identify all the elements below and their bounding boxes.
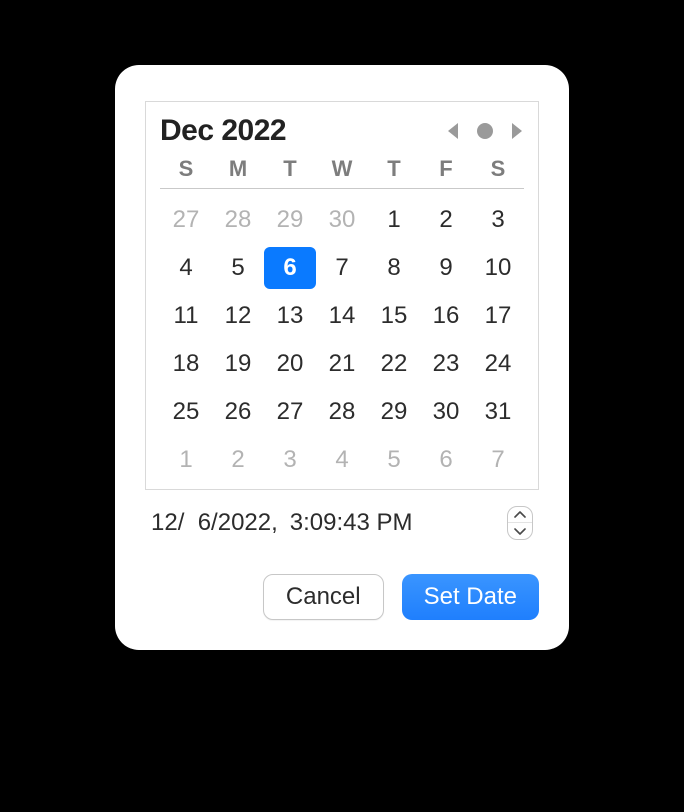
- calendar-panel: Dec 2022 S M T W T F S 2728293012345: [145, 101, 539, 490]
- today-button[interactable]: [476, 122, 494, 140]
- calendar-day[interactable]: 5: [368, 439, 420, 481]
- calendar-day[interactable]: 8: [368, 247, 420, 289]
- calendar-day[interactable]: 28: [316, 391, 368, 433]
- weekday-header: F: [420, 156, 472, 182]
- calendar-day[interactable]: 14: [316, 295, 368, 337]
- chevron-up-icon: [514, 511, 526, 519]
- calendar-day[interactable]: 13: [264, 295, 316, 337]
- calendar-day[interactable]: 29: [264, 199, 316, 241]
- calendar-grid: 2728293012345678910111213141516171819202…: [160, 189, 524, 481]
- button-row: Cancel Set Date: [145, 574, 539, 620]
- calendar-day[interactable]: 28: [212, 199, 264, 241]
- calendar-day[interactable]: 30: [420, 391, 472, 433]
- next-month-button[interactable]: [508, 121, 524, 141]
- calendar-day[interactable]: 27: [264, 391, 316, 433]
- calendar-day[interactable]: 3: [264, 439, 316, 481]
- date-field[interactable]: 12/ 6/2022,: [151, 509, 278, 537]
- calendar-day[interactable]: 20: [264, 343, 316, 385]
- time-stepper: [507, 506, 533, 540]
- stepper-up-button[interactable]: [508, 507, 532, 523]
- calendar-day[interactable]: 7: [316, 247, 368, 289]
- calendar-day[interactable]: 10: [472, 247, 524, 289]
- calendar-day[interactable]: 2: [420, 199, 472, 241]
- cancel-button[interactable]: Cancel: [263, 574, 384, 620]
- calendar-day[interactable]: 9: [420, 247, 472, 289]
- calendar-day[interactable]: 5: [212, 247, 264, 289]
- calendar-day[interactable]: 12: [212, 295, 264, 337]
- calendar-day[interactable]: 18: [160, 343, 212, 385]
- calendar-day[interactable]: 27: [160, 199, 212, 241]
- calendar-day[interactable]: 19: [212, 343, 264, 385]
- calendar-day[interactable]: 29: [368, 391, 420, 433]
- weekday-header: M: [212, 156, 264, 182]
- stepper-down-button[interactable]: [508, 523, 532, 539]
- weekday-header: S: [160, 156, 212, 182]
- calendar-day[interactable]: 4: [160, 247, 212, 289]
- calendar-day[interactable]: 7: [472, 439, 524, 481]
- circle-icon: [476, 122, 494, 140]
- calendar-day[interactable]: 4: [316, 439, 368, 481]
- calendar-day[interactable]: 17: [472, 295, 524, 337]
- calendar-day[interactable]: 11: [160, 295, 212, 337]
- calendar-day[interactable]: 2: [212, 439, 264, 481]
- calendar-day[interactable]: 23: [420, 343, 472, 385]
- calendar-day[interactable]: 25: [160, 391, 212, 433]
- calendar-day[interactable]: 15: [368, 295, 420, 337]
- weekday-header: T: [264, 156, 316, 182]
- set-date-button[interactable]: Set Date: [402, 574, 539, 620]
- month-nav-group: [446, 121, 524, 141]
- prev-month-button[interactable]: [446, 121, 462, 141]
- calendar-header: Dec 2022: [160, 114, 524, 148]
- calendar-day[interactable]: 31: [472, 391, 524, 433]
- weekday-header: S: [472, 156, 524, 182]
- calendar-day[interactable]: 6: [264, 247, 316, 289]
- chevron-down-icon: [514, 527, 526, 535]
- triangle-left-icon: [446, 121, 462, 141]
- date-picker-modal: Dec 2022 S M T W T F S 2728293012345: [115, 65, 569, 650]
- calendar-day[interactable]: 21: [316, 343, 368, 385]
- calendar-day[interactable]: 24: [472, 343, 524, 385]
- calendar-day[interactable]: 1: [160, 439, 212, 481]
- time-field[interactable]: 3:09:43 PM: [290, 509, 413, 537]
- calendar-day[interactable]: 3: [472, 199, 524, 241]
- calendar-day[interactable]: 30: [316, 199, 368, 241]
- datetime-row: 12/ 6/2022, 3:09:43 PM: [145, 506, 539, 540]
- calendar-day[interactable]: 26: [212, 391, 264, 433]
- weekday-header-row: S M T W T F S: [160, 156, 524, 189]
- calendar-day[interactable]: 6: [420, 439, 472, 481]
- calendar-day[interactable]: 16: [420, 295, 472, 337]
- calendar-day[interactable]: 1: [368, 199, 420, 241]
- month-year-label: Dec 2022: [160, 114, 286, 148]
- triangle-right-icon: [508, 121, 524, 141]
- weekday-header: T: [368, 156, 420, 182]
- calendar-day[interactable]: 22: [368, 343, 420, 385]
- weekday-header: W: [316, 156, 368, 182]
